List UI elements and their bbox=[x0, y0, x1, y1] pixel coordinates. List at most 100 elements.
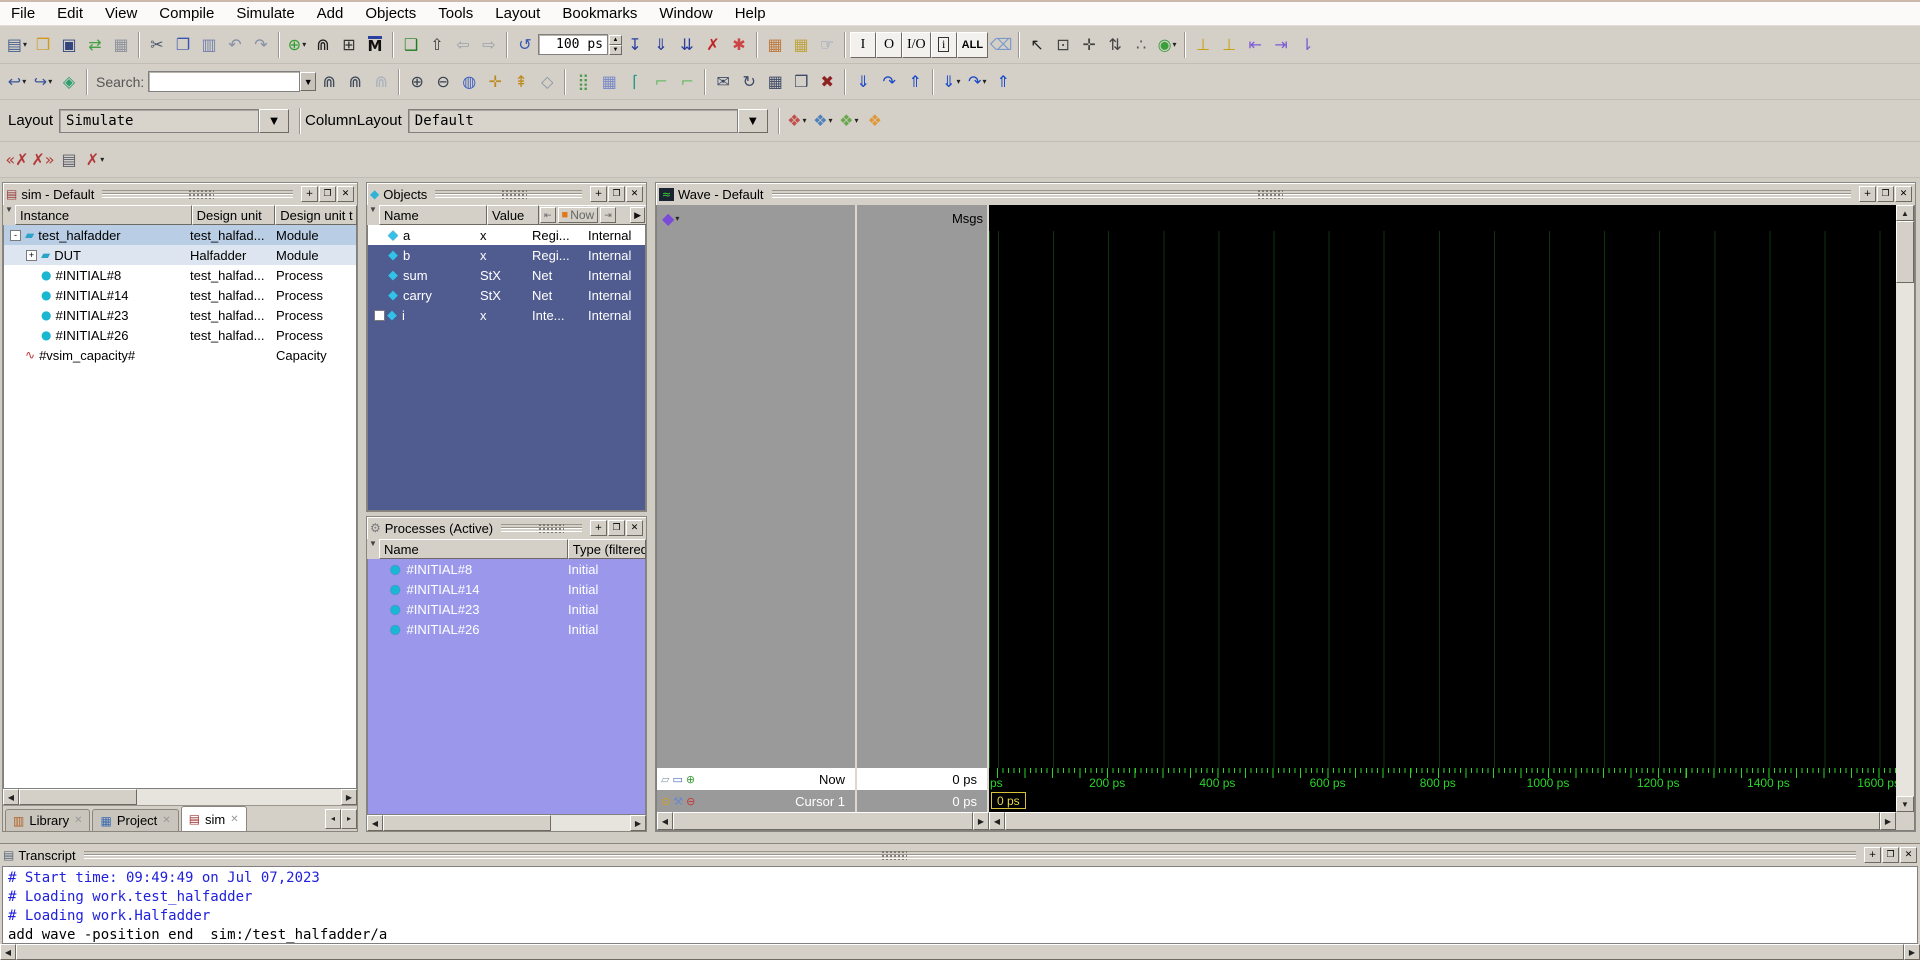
restore-icon[interactable]: ▦ bbox=[788, 32, 814, 58]
back-icon[interactable]: ⇦ bbox=[450, 32, 476, 58]
run-continue-icon[interactable]: ⇓ bbox=[648, 32, 674, 58]
scrollbar-thumb[interactable] bbox=[383, 815, 551, 831]
scroll-left-icon[interactable]: ◀ bbox=[0, 944, 16, 960]
assertions-log-icon[interactable]: ▤ bbox=[56, 147, 82, 173]
panel-close-button[interactable]: ✕ bbox=[1900, 847, 1917, 863]
next-message-icon[interactable]: ⇓ bbox=[850, 69, 876, 95]
forward-icon[interactable]: ⇨ bbox=[476, 32, 502, 58]
new-file-icon[interactable]: ▤▾ bbox=[4, 32, 30, 58]
tree-row-test-halfadder[interactable]: -▰test_halfaddertest_halfad...Module bbox=[4, 225, 356, 245]
wave-timeline-ruler[interactable]: ps200 ps400 ps600 ps800 ps1000 ps1200 ps… bbox=[989, 768, 1896, 790]
stoplight-icon[interactable]: ◉▾ bbox=[1154, 32, 1180, 58]
paste-icon[interactable]: ▥ bbox=[196, 32, 222, 58]
next-failure-icon[interactable]: ✗» bbox=[30, 147, 56, 173]
print-icon[interactable]: ▦ bbox=[108, 32, 134, 58]
close-icon[interactable]: ✕ bbox=[162, 815, 170, 826]
menu-layout[interactable]: Layout bbox=[484, 2, 551, 26]
chevron-down-icon[interactable]: ▼ bbox=[259, 109, 289, 133]
panel-drag-handle[interactable] bbox=[84, 851, 1856, 859]
column-header-value[interactable]: Value bbox=[487, 205, 539, 225]
expand-expander-icon[interactable]: + bbox=[374, 310, 385, 321]
filter-input-button[interactable]: I bbox=[850, 32, 876, 58]
find-icon[interactable]: ⋒ bbox=[310, 32, 336, 58]
tree-row--INITIAL-14[interactable]: ●#INITIAL#14test_halfad...Process bbox=[4, 285, 356, 305]
scroll-left-icon[interactable]: ◀ bbox=[3, 789, 19, 805]
transcript-panel-header[interactable]: ▤ Transcript +❐✕ bbox=[0, 844, 1920, 866]
modelsim-icon[interactable]: M bbox=[362, 32, 388, 58]
object-row-carry[interactable]: ◆carryStXNetInternal bbox=[368, 285, 645, 305]
redo-icon[interactable]: ↷ bbox=[248, 32, 274, 58]
spin-down-icon[interactable]: ▼ bbox=[609, 45, 622, 55]
prev-message-icon[interactable]: ⇑ bbox=[902, 69, 928, 95]
top-bookmark-icon[interactable]: ⇑ bbox=[990, 69, 1016, 95]
zoom-range-icon[interactable]: ◇ bbox=[534, 69, 560, 95]
now-view-icon[interactable]: ▭ bbox=[672, 773, 682, 786]
now-filter-button[interactable]: ■Now bbox=[558, 207, 599, 223]
scroll-right-icon[interactable]: ▶ bbox=[973, 812, 989, 830]
panel-add-button[interactable]: + bbox=[301, 186, 318, 202]
search-clear-icon[interactable]: ⋒ bbox=[368, 69, 394, 95]
menu-view[interactable]: View bbox=[94, 2, 148, 26]
menu-window[interactable]: Window bbox=[648, 2, 723, 26]
link-environment-icon[interactable]: ❑ bbox=[398, 32, 424, 58]
object-row-a[interactable]: ◆axRegi...Internal bbox=[368, 225, 645, 245]
sim-panel-header[interactable]: ▤ sim - Default +❐✕ bbox=[3, 183, 357, 205]
close-icon[interactable]: ✕ bbox=[230, 814, 238, 825]
panel-close-button[interactable]: ✕ bbox=[337, 186, 354, 202]
collapse-expander-icon[interactable]: - bbox=[10, 230, 21, 241]
chevron-down-icon[interactable]: ▼ bbox=[300, 72, 316, 91]
delete-cursor-icon[interactable]: ⊥ bbox=[1216, 32, 1242, 58]
window-cascade-icon[interactable]: ❖▾ bbox=[810, 108, 836, 134]
wave-horizontal-scrollbar[interactable]: ◀ ▶ bbox=[989, 812, 1896, 830]
menu-objects[interactable]: Objects bbox=[354, 2, 427, 26]
wave-cursor-track[interactable]: 0 ps bbox=[989, 790, 1896, 812]
layout-combobox-value[interactable]: Simulate bbox=[59, 109, 259, 133]
window-restore-icon[interactable]: ❖ bbox=[862, 108, 888, 134]
signal-ungroup-icon[interactable]: ⌐ bbox=[648, 69, 674, 95]
wave-add-signal-button[interactable]: ◆ ▾ bbox=[661, 205, 680, 231]
import-icon[interactable]: ▦ bbox=[762, 69, 788, 95]
wave-plot-area[interactable] bbox=[989, 231, 1896, 768]
wave-panel-header[interactable]: ≈ Wave - Default +❐✕ bbox=[656, 183, 1915, 205]
zoom-mode-icon[interactable]: ⊡ bbox=[1050, 32, 1076, 58]
cursor-time-badge[interactable]: 0 ps bbox=[991, 792, 1026, 809]
save-icon[interactable]: ▣ bbox=[56, 32, 82, 58]
panel-close-button[interactable]: ✕ bbox=[1895, 186, 1912, 202]
column-header-instance[interactable]: Instance bbox=[15, 205, 192, 225]
cursor-wrench-icon[interactable]: ⚒ bbox=[673, 795, 683, 808]
open-folder-icon[interactable]: ❒ bbox=[30, 32, 56, 58]
menu-compile[interactable]: Compile bbox=[148, 2, 225, 26]
prev-failure-icon[interactable]: «✗ bbox=[4, 147, 30, 173]
now-add-icon[interactable]: ⊕ bbox=[686, 773, 695, 786]
panel-drag-handle[interactable] bbox=[435, 190, 582, 198]
objects-panel-header[interactable]: ◆ Objects +❐✕ bbox=[367, 183, 646, 205]
zoom-cursor-icon[interactable]: ✛ bbox=[482, 69, 508, 95]
process-row--INITIAL-14[interactable]: ●#INITIAL#14Initial bbox=[368, 579, 645, 599]
column-header-type-filtered-[interactable]: Type (filtered) bbox=[568, 539, 646, 559]
wave-signal-names-area[interactable] bbox=[657, 231, 857, 768]
scrollbar-thumb[interactable] bbox=[673, 812, 973, 830]
menu-file[interactable]: File bbox=[0, 2, 46, 26]
stop-icon[interactable]: ✱ bbox=[726, 32, 752, 58]
menu-help[interactable]: Help bbox=[724, 2, 777, 26]
window-tile-icon[interactable]: ❖▾ bbox=[836, 108, 862, 134]
hold-hand-icon[interactable]: ☞ bbox=[814, 32, 840, 58]
expand-expander-icon[interactable]: + bbox=[26, 250, 37, 261]
menu-add[interactable]: Add bbox=[306, 2, 355, 26]
now-edit-icon[interactable]: ▱ bbox=[661, 773, 669, 786]
next-edge-button[interactable]: ⇥ bbox=[600, 207, 616, 223]
panel-add-button[interactable]: + bbox=[590, 520, 607, 536]
undo-icon[interactable]: ↶ bbox=[222, 32, 248, 58]
next-bookmark-icon[interactable]: ⇓▾ bbox=[938, 69, 964, 95]
tab-sim[interactable]: ▤sim✕ bbox=[181, 806, 247, 831]
scroll-left-icon[interactable]: ◀ bbox=[657, 812, 673, 830]
delete-icon[interactable]: ✖ bbox=[814, 69, 840, 95]
scroll-left-icon[interactable]: ◀ bbox=[367, 815, 383, 831]
layout-combobox[interactable]: Simulate ▼ bbox=[59, 109, 289, 133]
column-header-name[interactable]: Name bbox=[379, 205, 487, 225]
run-length-field[interactable]: 100 ps bbox=[538, 34, 608, 55]
funnel-icon[interactable]: ▼ bbox=[367, 539, 379, 559]
scroll-right-icon[interactable]: ▶ bbox=[1904, 944, 1920, 960]
tree-row-DUT[interactable]: +▰DUTHalfadderModule bbox=[4, 245, 356, 265]
search-next-icon[interactable]: ⋒ bbox=[316, 69, 342, 95]
